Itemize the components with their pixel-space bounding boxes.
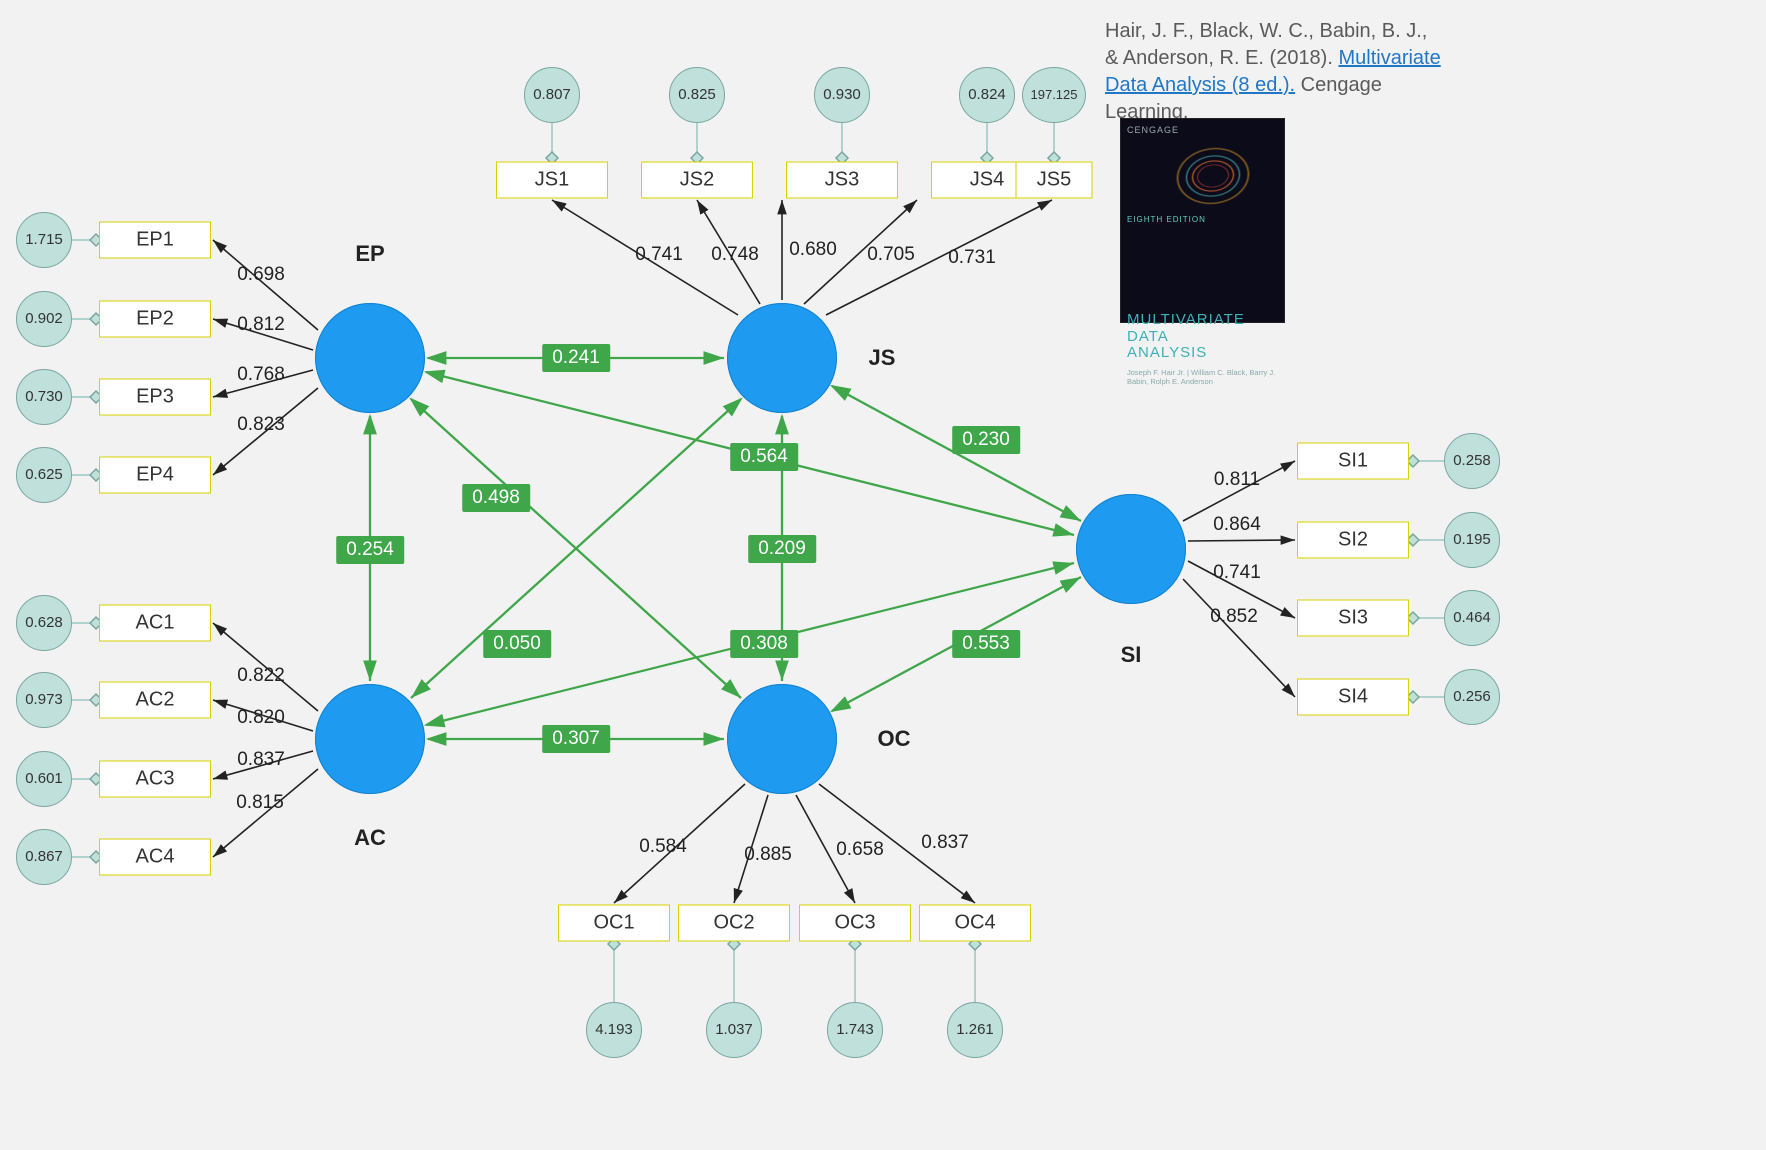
loading-si1: 0.811 bbox=[1214, 469, 1260, 491]
error-oc1: 4.193 bbox=[586, 1002, 642, 1058]
error-ep4: 0.625 bbox=[16, 447, 72, 503]
book-authors: Joseph F. Hair Jr. | William C. Black, B… bbox=[1127, 368, 1278, 387]
indicator-ac4: AC4 bbox=[99, 839, 211, 876]
indicator-oc1: OC1 bbox=[558, 905, 670, 942]
error-oc2: 1.037 bbox=[706, 1002, 762, 1058]
corr-js-si: 0.230 bbox=[952, 426, 1020, 454]
error-si4: 0.256 bbox=[1444, 669, 1500, 725]
indicator-ep3: EP3 bbox=[99, 379, 211, 416]
latent-label-si: SI bbox=[1121, 642, 1142, 668]
error-oc3: 1.743 bbox=[827, 1002, 883, 1058]
book-title-l3: ANALYSIS bbox=[1127, 344, 1207, 361]
latent-label-ac: AC bbox=[354, 825, 386, 851]
latent-oc bbox=[727, 684, 837, 794]
loading-si3: 0.741 bbox=[1213, 562, 1261, 584]
indicator-ac3: AC3 bbox=[99, 761, 211, 798]
loading-js1: 0.741 bbox=[635, 244, 683, 266]
error-ep3: 0.730 bbox=[16, 369, 72, 425]
corr-ac-si: 0.308 bbox=[730, 630, 798, 658]
loading-ac4: 0.815 bbox=[236, 792, 284, 814]
latent-js bbox=[727, 303, 837, 413]
error-si3: 0.464 bbox=[1444, 590, 1500, 646]
error-ac1: 0.628 bbox=[16, 595, 72, 651]
loading-js3: 0.680 bbox=[789, 239, 837, 261]
indicator-ac1: AC1 bbox=[99, 605, 211, 642]
loading-js2: 0.748 bbox=[711, 244, 759, 266]
indicator-ep4: EP4 bbox=[99, 457, 211, 494]
indicator-oc3: OC3 bbox=[799, 905, 911, 942]
indicator-ep2: EP2 bbox=[99, 301, 211, 338]
indicator-si1: SI1 bbox=[1297, 443, 1409, 480]
indicator-si4: SI4 bbox=[1297, 679, 1409, 716]
corr-ep-ac: 0.254 bbox=[336, 536, 404, 564]
corr-js-oc: 0.209 bbox=[748, 535, 816, 563]
loading-ep2: 0.812 bbox=[237, 314, 285, 336]
book-title-l1: MULTIVARIATE bbox=[1127, 311, 1245, 328]
error-js4: 0.824 bbox=[959, 67, 1015, 123]
error-js5: 197.125 bbox=[1022, 67, 1086, 123]
indicator-js1: JS1 bbox=[496, 162, 608, 199]
indicator-js5: JS5 bbox=[1016, 162, 1093, 199]
corr-ep-js: 0.241 bbox=[542, 344, 610, 372]
book-swirl-icon bbox=[1147, 123, 1278, 229]
corr-ep-si: 0.564 bbox=[730, 443, 798, 471]
corr-oc-si: 0.553 bbox=[952, 630, 1020, 658]
loading-oc2: 0.885 bbox=[744, 844, 792, 866]
book-title-l2: DATA bbox=[1127, 328, 1169, 345]
loading-js5: 0.731 bbox=[948, 247, 996, 269]
error-js1: 0.807 bbox=[524, 67, 580, 123]
error-ac3: 0.601 bbox=[16, 751, 72, 807]
indicator-si2: SI2 bbox=[1297, 522, 1409, 559]
error-si1: 0.258 bbox=[1444, 433, 1500, 489]
latent-si bbox=[1076, 494, 1186, 604]
latent-label-oc: OC bbox=[878, 726, 911, 752]
citation-text: Hair, J. F., Black, W. C., Babin, B. J.,… bbox=[1105, 18, 1445, 126]
latent-ac bbox=[315, 684, 425, 794]
loading-ep4: 0.823 bbox=[237, 414, 285, 436]
indicator-js2: JS2 bbox=[641, 162, 753, 199]
indicator-oc4: OC4 bbox=[919, 905, 1031, 942]
error-oc4: 1.261 bbox=[947, 1002, 1003, 1058]
indicator-js3: JS3 bbox=[786, 162, 898, 199]
loading-oc1: 0.584 bbox=[639, 836, 687, 858]
book-cover: CENGAGE EIGHTH EDITION MULTIVARIATE DATA… bbox=[1120, 118, 1285, 323]
loading-si2: 0.864 bbox=[1213, 514, 1261, 536]
corr-ep-oc: 0.050 bbox=[483, 630, 551, 658]
error-js3: 0.930 bbox=[814, 67, 870, 123]
loading-js4: 0.705 bbox=[867, 244, 915, 266]
error-ep1: 1.715 bbox=[16, 212, 72, 268]
loading-ep1: 0.698 bbox=[237, 264, 285, 286]
loading-ac3: 0.837 bbox=[237, 749, 285, 771]
loading-ac1: 0.822 bbox=[237, 665, 285, 687]
latent-label-ep: EP bbox=[355, 241, 384, 267]
indicator-ep1: EP1 bbox=[99, 222, 211, 259]
error-js2: 0.825 bbox=[669, 67, 725, 123]
indicator-oc2: OC2 bbox=[678, 905, 790, 942]
error-ac2: 0.973 bbox=[16, 672, 72, 728]
error-ep2: 0.902 bbox=[16, 291, 72, 347]
corr-js-ac: 0.498 bbox=[462, 484, 530, 512]
loading-ac2: 0.820 bbox=[237, 707, 285, 729]
loading-ep3: 0.768 bbox=[237, 364, 285, 386]
latent-ep bbox=[315, 303, 425, 413]
error-si2: 0.195 bbox=[1444, 512, 1500, 568]
loading-si4: 0.852 bbox=[1210, 606, 1258, 628]
corr-ac-oc: 0.307 bbox=[542, 725, 610, 753]
latent-label-js: JS bbox=[869, 345, 896, 371]
error-ac4: 0.867 bbox=[16, 829, 72, 885]
loading-oc4: 0.837 bbox=[921, 832, 969, 854]
indicator-ac2: AC2 bbox=[99, 682, 211, 719]
loading-oc3: 0.658 bbox=[836, 839, 884, 861]
indicator-si3: SI3 bbox=[1297, 600, 1409, 637]
